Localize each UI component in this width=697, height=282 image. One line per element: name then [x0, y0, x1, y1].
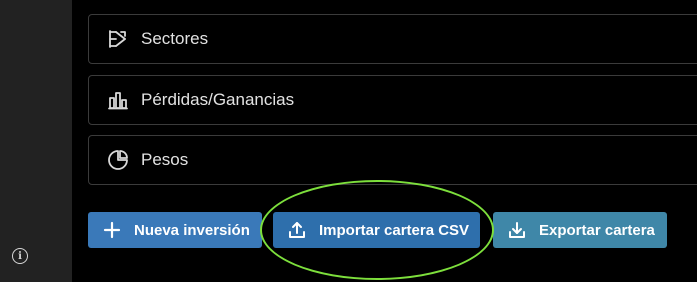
new-investment-button[interactable]: Nueva inversión — [88, 212, 262, 248]
section-label: Pesos — [141, 150, 189, 169]
sectors-icon — [107, 28, 129, 50]
bar-chart-icon — [107, 89, 129, 111]
import-csv-label: Importar cartera CSV — [319, 221, 470, 239]
section-label: Sectores — [141, 29, 209, 48]
sidebar: i — [0, 0, 72, 282]
main-content: Sectores Pérdidas/Ganancias Pesos Nueva … — [72, 0, 697, 282]
plus-icon — [102, 220, 122, 240]
pie-chart-icon — [107, 149, 129, 171]
export-portfolio-button[interactable]: Exportar cartera — [493, 212, 667, 248]
section-sectores[interactable]: Sectores — [88, 14, 697, 64]
upload-icon — [287, 220, 307, 240]
section-label: Pérdidas/Ganancias — [141, 90, 295, 109]
section-perdidas-ganancias[interactable]: Pérdidas/Ganancias — [88, 75, 697, 125]
import-csv-button[interactable]: Importar cartera CSV — [273, 212, 480, 248]
new-investment-label: Nueva inversión — [134, 221, 250, 239]
export-portfolio-label: Exportar cartera — [539, 221, 655, 239]
download-icon — [507, 220, 527, 240]
section-pesos[interactable]: Pesos — [88, 135, 697, 185]
info-icon[interactable]: i — [12, 248, 28, 264]
